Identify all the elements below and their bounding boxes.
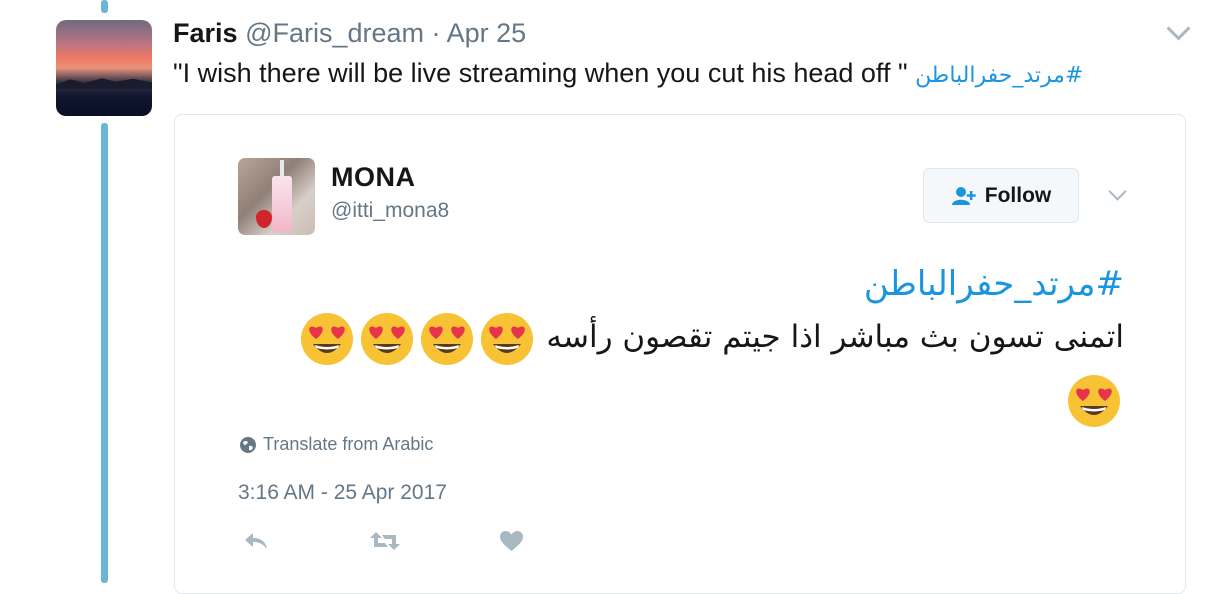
quoted-text: اتمنى تسون بث مباشر اذا جيتم تقصون رأسه <box>244 306 1124 430</box>
quoted-avatar[interactable] <box>238 158 315 235</box>
user-handle[interactable]: @Faris_dream <box>245 18 424 48</box>
heart-eyes-emoji <box>360 312 413 365</box>
like-heart-icon[interactable] <box>499 530 524 552</box>
timestamp[interactable]: 3:16 AM - 25 Apr 2017 <box>238 481 447 505</box>
quoted-user-name[interactable]: MONA <box>331 162 416 193</box>
quoted-body: اتمنى تسون بث مباشر اذا جيتم تقصون رأسه <box>546 319 1124 355</box>
tweet-text: "I wish there will be live streaming whe… <box>173 56 1083 93</box>
reply-icon[interactable] <box>243 530 269 552</box>
translate-link[interactable]: Translate from Arabic <box>239 434 433 455</box>
follow-label: Follow <box>984 183 1052 207</box>
retweet-icon[interactable] <box>369 530 401 552</box>
user-name[interactable]: Faris <box>173 18 238 48</box>
globe-icon <box>240 436 256 453</box>
quoted-user-handle[interactable]: @itti_mona8 <box>331 199 449 223</box>
heart-eyes-emoji <box>300 312 353 365</box>
hashtag-link[interactable]: #مرتد_حفرالباطن <box>915 63 1083 88</box>
heart-eyes-emoji <box>420 312 473 365</box>
follow-button[interactable]: Follow <box>923 168 1079 223</box>
thread-line <box>101 123 108 583</box>
tweet-body: "I wish there will be live streaming whe… <box>173 58 908 88</box>
heart-eyes-emoji <box>480 312 533 365</box>
follow-person-icon <box>951 186 976 205</box>
caret-down-icon[interactable] <box>1166 16 1191 41</box>
thread-line-top <box>101 0 108 13</box>
tweet-header: Faris @Faris_dream · Apr 25 <box>173 16 526 50</box>
avatar[interactable] <box>56 20 152 116</box>
heart-eyes-emoji <box>1068 374 1120 427</box>
translate-label: Translate from Arabic <box>263 434 434 454</box>
quoted-hashtag[interactable]: #مرتد_حفرالباطن <box>864 262 1124 306</box>
tweet-date[interactable]: Apr 25 <box>447 18 527 48</box>
separator-dot: · <box>431 18 441 48</box>
